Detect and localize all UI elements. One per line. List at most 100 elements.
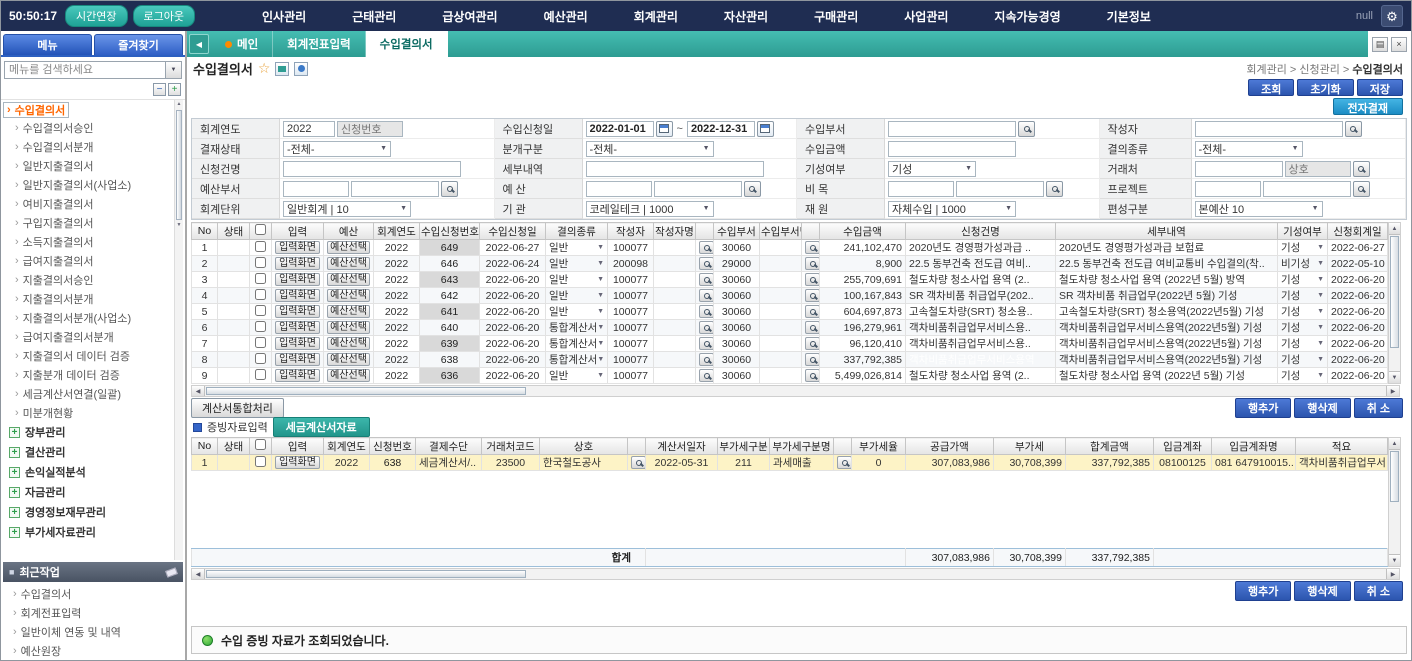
income-grid-row[interactable]: 2 입력화면 예산선택 2022 646 2022-06-24 일반▼ 2000… [192,256,1388,272]
select-all-checkbox[interactable] [255,439,266,450]
row-add-button[interactable]: 행추가 [1235,581,1291,601]
income-grid-row[interactable]: 6 입력화면 예산선택 2022 640 2022-06-20 통합계산서▼ 1… [192,320,1388,336]
column-header[interactable]: 입금계좌명 [1212,438,1296,455]
account-cell[interactable]: 08100125 [1154,455,1212,471]
select-all-checkbox[interactable] [255,224,266,235]
row-add-button[interactable]: 행추가 [1235,398,1291,418]
input-screen-button[interactable]: 입력화면 [275,273,320,286]
query-button[interactable]: 조회 [1248,79,1294,96]
pay-method-cell[interactable]: 세금계산서/.. [416,455,482,471]
customer-cell[interactable]: 한국철도공사 [540,455,628,471]
column-header[interactable]: 입력 [272,438,324,455]
dept-search-button[interactable] [805,289,820,302]
income-grid-row[interactable]: 1 입력화면 예산선택 2022 649 2022-06-27 일반▼ 1000… [192,240,1388,256]
favorite-star-icon[interactable]: ☆ [258,60,271,77]
menu-tree-item[interactable]: › 미분개현황 [3,403,173,422]
date-from-input[interactable] [586,121,654,137]
reset-button[interactable]: 초기화 [1297,79,1353,96]
column-header[interactable]: 신청건명 [906,223,1056,240]
journal-type-select[interactable]: -전체-▼ [586,141,714,157]
scroll-right-icon[interactable]: ▶ [1386,569,1399,579]
scroll-left-icon[interactable]: ◀ [192,569,205,579]
input-screen-button[interactable]: 입력화면 [275,289,320,302]
column-header[interactable]: 부가세율 [852,438,906,455]
sidebar-scrollbar[interactable]: ▲ ▼ [174,100,183,560]
input-screen-button[interactable]: 입력화면 [275,456,320,469]
column-header[interactable]: 입력 [272,223,324,240]
gisung-cell[interactable]: 기성▼ [1278,368,1328,384]
acct-date-cell[interactable]: 2022-06-20 [1328,304,1388,320]
detail-cell[interactable]: 2020년도 경영평가성과급 보험료 [1056,240,1278,256]
approval-state-select[interactable]: -전체-▼ [283,141,391,157]
title-cell[interactable]: 객차비품취급업무서비스용.. [906,320,1056,336]
top-menu-item[interactable]: 근태관리 [352,8,396,25]
budget-dept-code-input[interactable] [283,181,349,197]
sidebar-tab-menu[interactable]: 메뉴 [3,34,92,55]
row-checkbox[interactable] [255,456,266,467]
request-date-cell[interactable]: 2022-06-24 [480,256,546,272]
recent-works-header[interactable]: ■ 최근작업 [3,562,183,582]
eraser-icon[interactable] [165,567,178,577]
dept-name-cell[interactable] [760,272,802,288]
column-header[interactable]: 적요 [1296,438,1388,455]
writer-cell[interactable]: 100077 [608,288,654,304]
evidence-grid-hscrollbar[interactable]: ◀ ▶ [191,568,1400,580]
writer-search-button[interactable] [1345,121,1362,137]
writer-cell[interactable]: 100077 [608,272,654,288]
acct-date-cell[interactable]: 2022-06-20 [1328,288,1388,304]
dept-name-cell[interactable] [760,352,802,368]
dept-search-button[interactable] [805,353,820,366]
gisung-cell[interactable]: 기성▼ [1278,336,1328,352]
top-menu-item[interactable]: 사업관리 [904,8,948,25]
menu-group-item[interactable]: + 결산관리 [3,442,173,462]
screen-icon[interactable] [275,62,289,76]
scrollbar-thumb[interactable] [176,110,182,220]
date-to-input[interactable] [687,121,755,137]
writer-search-button[interactable] [699,353,714,366]
title-cell[interactable]: 22.5 동부건축 전도급 여비.. [906,256,1056,272]
detail-cell[interactable]: 객차비품취급업무서비스용역(2022년5월) 기성 [1056,352,1278,368]
column-header[interactable]: 합계금액 [1066,438,1154,455]
amount-cell[interactable]: 96,120,410 [820,336,906,352]
column-header[interactable]: 거래처코드 [482,438,540,455]
writer-cell[interactable]: 100077 [608,352,654,368]
acct-date-cell[interactable]: 2022-06-20 [1328,272,1388,288]
budget-dept-search-button[interactable] [441,181,458,197]
tab-scroll-left-button[interactable]: ◀ [189,34,209,54]
doc-type-cell[interactable]: 통합계산서▼ [546,336,608,352]
dept-search-button[interactable] [805,337,820,350]
gisung-cell[interactable]: 기성▼ [1278,272,1328,288]
invoice-merge-button[interactable]: 계산서통합처리 [191,398,284,418]
title-cell[interactable]: 객차비품취급업무서비스용.. [906,336,1056,352]
request-date-cell[interactable]: 2022-06-20 [480,320,546,336]
scrollbar-thumb[interactable] [1390,236,1399,348]
menu-tree-item[interactable]: › 지출분개 데이터 검증 [3,365,173,384]
writer-cell[interactable]: 100077 [608,320,654,336]
writer-search-button[interactable] [699,289,714,302]
scroll-right-icon[interactable]: ▶ [1386,386,1399,396]
vat-code-cell[interactable]: 211 [718,455,770,471]
budget-dept-name-input[interactable] [351,181,439,197]
detail-input[interactable] [586,161,764,177]
detail-cell[interactable]: 객차비품취급업무서비스용역(2022년5월) 기성 [1056,336,1278,352]
top-menu-item[interactable]: 구매관리 [814,8,858,25]
request-date-cell[interactable]: 2022-06-27 [480,240,546,256]
acct-date-cell[interactable]: 2022-06-20 [1328,352,1388,368]
writer-cell[interactable]: 100077 [608,368,654,384]
dept-name-cell[interactable] [760,368,802,384]
menu-tree-item[interactable]: › 구입지출결의서 [3,213,173,232]
input-screen-button[interactable]: 입력화면 [275,321,320,334]
date-to-calendar-button[interactable] [757,121,774,137]
row-checkbox[interactable] [255,257,266,268]
doc-type-cell[interactable]: 일반▼ [546,240,608,256]
dept-search-button[interactable] [805,257,820,270]
scrollbar-thumb[interactable] [1390,451,1399,502]
cancel-button[interactable]: 취 소 [1354,398,1403,418]
memo-cell[interactable]: 객차비품취급업무서비스용.. [1296,455,1388,471]
amount-cell[interactable]: 100,167,843 [820,288,906,304]
input-screen-button[interactable]: 입력화면 [275,241,320,254]
column-header[interactable]: 상태 [218,438,250,455]
doc-type-cell[interactable]: 통합계산서▼ [546,320,608,336]
top-menu-item[interactable]: 인사관리 [262,8,306,25]
menu-group-item[interactable]: + 자금관리 [3,482,173,502]
